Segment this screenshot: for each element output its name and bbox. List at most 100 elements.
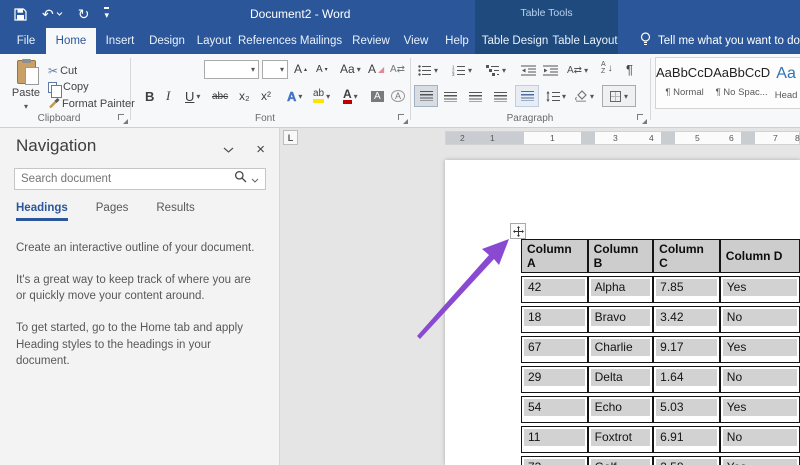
table-cell[interactable]: Yes (719, 336, 800, 363)
table-cell[interactable]: 29 (521, 366, 588, 393)
font-name-combobox[interactable]: ▾ (204, 60, 259, 79)
superscript-button[interactable]: x² (261, 87, 271, 105)
strikethrough-button[interactable]: abc (212, 87, 228, 105)
tab-insert[interactable]: Insert (98, 28, 142, 54)
table-cell[interactable]: 6.91 (653, 426, 720, 453)
borders-button[interactable]: ▾ (602, 85, 636, 107)
search-input[interactable] (15, 173, 234, 185)
navigation-options-chevron-icon[interactable] (223, 140, 234, 158)
change-case-button[interactable]: Aa ▾ (340, 60, 361, 78)
table-cell[interactable]: Alpha (587, 276, 654, 303)
phonetic-guide-button[interactable]: A⇄ (390, 60, 405, 78)
shading-button[interactable]: ▾ (574, 87, 594, 105)
table-cell[interactable]: Yes (719, 456, 800, 465)
italic-button[interactable]: I (166, 87, 170, 105)
tab-mailings[interactable]: Mailings (296, 28, 346, 54)
distribute-button[interactable] (515, 85, 539, 107)
line-spacing-button[interactable]: ▾ (546, 87, 566, 105)
save-icon[interactable] (14, 7, 27, 21)
copy-button[interactable]: Copy (48, 78, 89, 98)
sort-button[interactable]: AZ ↓ (601, 59, 613, 77)
decrease-indent-button[interactable] (521, 61, 536, 79)
nav-tab-headings[interactable]: Headings (16, 202, 68, 221)
table-cell[interactable]: Yes (719, 276, 800, 303)
asian-layout-button[interactable]: A⇄ ▾ (567, 61, 588, 79)
subscript-button[interactable]: x₂ (239, 87, 250, 105)
table-cell[interactable]: Golf (587, 456, 654, 465)
table-cell[interactable]: No (719, 426, 800, 453)
search-options-chevron-icon[interactable] (251, 170, 259, 188)
table-cell[interactable]: Yes (719, 396, 800, 423)
ruler-column-marker[interactable] (661, 132, 675, 144)
tab-view[interactable]: View (396, 28, 436, 54)
ruler-column-marker[interactable] (581, 132, 595, 144)
table-cell[interactable]: No (719, 306, 800, 333)
style-heading[interactable]: Aa Head (770, 58, 800, 108)
style-normal[interactable]: AaBbCcD ¶ Normal (656, 58, 713, 108)
table-cell[interactable]: 2.58 (653, 456, 720, 465)
bullets-button[interactable]: ▾ (418, 61, 438, 79)
tab-layout[interactable]: Layout (192, 28, 236, 54)
table-cell[interactable]: Foxtrot (587, 426, 654, 453)
table-header-cell[interactable]: Column A (521, 239, 588, 273)
paste-button[interactable]: Paste ▾ (8, 59, 44, 112)
enclose-characters-button[interactable]: A (391, 87, 406, 105)
table-cell[interactable]: Charlie (587, 336, 654, 363)
search-icon[interactable] (234, 170, 247, 188)
table-cell[interactable]: Echo (587, 396, 654, 423)
table-cell[interactable]: 11 (521, 426, 588, 453)
customize-qat-icon[interactable]: ▾ (104, 7, 109, 21)
tell-me-box[interactable]: Tell me what you want to do (640, 28, 800, 54)
show-hide-marks-button[interactable]: ¶ (626, 60, 633, 78)
table-cell[interactable]: 54 (521, 396, 588, 423)
align-center-button[interactable] (444, 88, 457, 106)
nav-tab-pages[interactable]: Pages (96, 202, 129, 221)
table-cell[interactable]: 1.64 (653, 366, 720, 393)
horizontal-ruler[interactable]: 2 1 1 3 4 5 6 7 8 (445, 131, 800, 145)
increase-indent-button[interactable] (543, 61, 558, 79)
format-painter-button[interactable]: Format Painter (48, 95, 135, 113)
tab-review[interactable]: Review (348, 28, 394, 54)
document-page[interactable]: Column A Column B Column C Column D 42 A… (445, 160, 800, 465)
table-cell[interactable]: 7.85 (653, 276, 720, 303)
font-color-button[interactable]: A ▾ (343, 87, 358, 105)
table-cell[interactable]: 3.42 (653, 306, 720, 333)
clipboard-dialog-launcher-icon[interactable] (118, 114, 128, 124)
multilevel-list-button[interactable]: ▾ (486, 61, 506, 79)
font-dialog-launcher-icon[interactable] (398, 114, 408, 124)
undo-button[interactable]: ↶ (42, 7, 63, 21)
tab-file[interactable]: File (8, 28, 44, 54)
table-cell[interactable]: Bravo (587, 306, 654, 333)
text-effects-button[interactable]: A ▾ (287, 87, 303, 105)
redo-button[interactable]: ↻ (78, 7, 90, 21)
table-header-cell[interactable]: Column C (653, 239, 720, 273)
tab-home[interactable]: Home (46, 28, 96, 54)
tab-help[interactable]: Help (438, 28, 476, 54)
shrink-font-button[interactable]: A ▾ (316, 60, 328, 78)
bold-button[interactable]: B (145, 87, 154, 105)
tab-table-layout[interactable]: Table Layout (552, 28, 618, 54)
tab-stop-selector[interactable]: L (283, 130, 298, 145)
numbering-button[interactable]: 123 ▾ (452, 61, 472, 79)
text-highlight-button[interactable]: ab ▾ (313, 87, 330, 105)
font-size-combobox[interactable]: ▾ (262, 60, 288, 79)
table-cell[interactable]: Delta (587, 366, 654, 393)
close-icon[interactable]: × (256, 142, 265, 157)
tab-references[interactable]: References (238, 28, 297, 54)
align-right-button[interactable] (469, 88, 482, 106)
grow-font-button[interactable]: A ▴ (294, 60, 307, 78)
table-header-cell[interactable]: Column B (587, 239, 654, 273)
nav-tab-results[interactable]: Results (156, 202, 194, 221)
table-cell[interactable]: 5.03 (653, 396, 720, 423)
tab-design[interactable]: Design (144, 28, 190, 54)
underline-button[interactable]: U ▾ (185, 87, 200, 105)
table-cell[interactable]: No (719, 366, 800, 393)
character-shading-button[interactable]: A (371, 87, 384, 105)
clear-formatting-button[interactable]: A ◢ (368, 60, 384, 78)
align-left-button[interactable] (414, 85, 438, 107)
justify-button[interactable] (494, 88, 507, 106)
table-cell[interactable]: 9.17 (653, 336, 720, 363)
style-no-spacing[interactable]: AaBbCcD ¶ No Spac... (713, 58, 770, 108)
tab-table-design[interactable]: Table Design (480, 28, 550, 54)
table-cell[interactable]: 18 (521, 306, 588, 333)
